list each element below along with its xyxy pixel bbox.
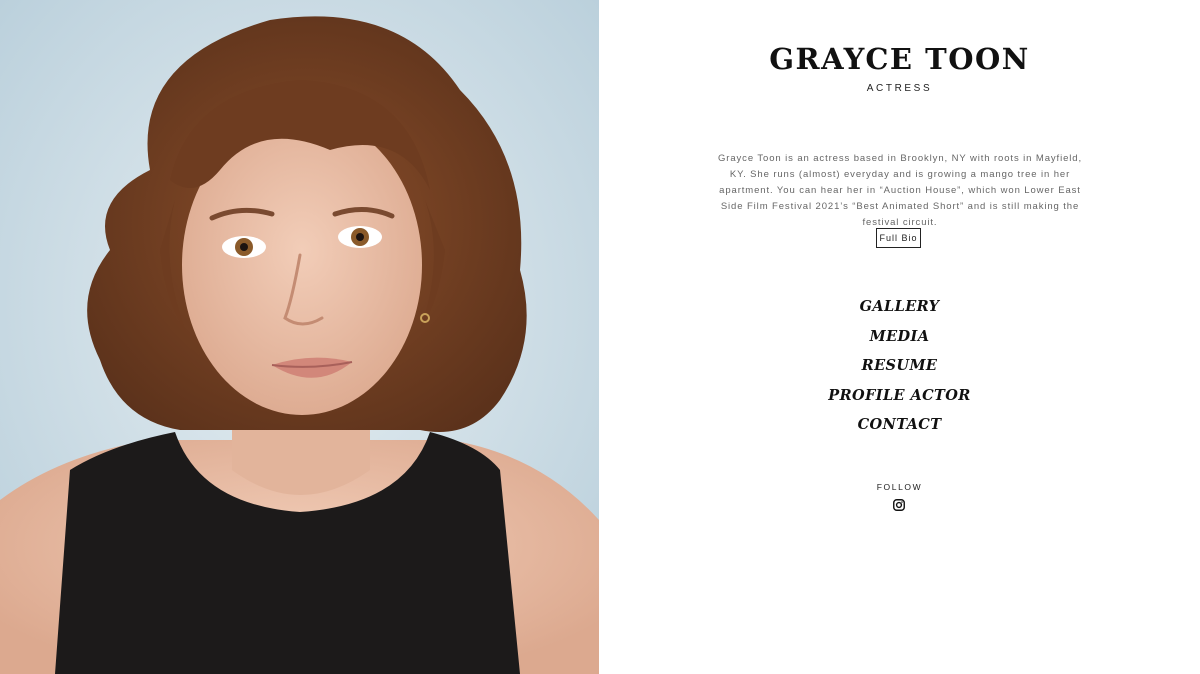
nav-item-profile-actor: PROFILE ACTOR — [599, 381, 1200, 411]
nav-link-gallery[interactable]: GALLERY — [860, 298, 940, 315]
nav-item-gallery: GALLERY — [599, 292, 1200, 322]
nav-link-profile-actor[interactable]: PROFILE ACTOR — [828, 387, 970, 404]
portrait-photo — [0, 0, 599, 674]
portrait-illustration — [0, 0, 599, 674]
nav-item-media: MEDIA — [599, 322, 1200, 352]
nav-item-resume: RESUME — [599, 351, 1200, 381]
content-panel: GRAYCE TOON ACTRESS Grayce Toon is an ac… — [599, 0, 1200, 674]
site-title[interactable]: GRAYCE TOON — [599, 42, 1200, 76]
main-nav: GALLERY MEDIA RESUME PROFILE ACTOR CONTA… — [599, 292, 1200, 440]
follow-label: FOLLOW — [876, 482, 923, 492]
bio-text: Grayce Toon is an actress based in Brook… — [718, 153, 1082, 228]
full-bio-button[interactable]: Full Bio — [876, 228, 921, 248]
page: GRAYCE TOON ACTRESS Grayce Toon is an ac… — [0, 0, 1200, 674]
nav-item-contact: CONTACT — [599, 410, 1200, 440]
nav-link-resume[interactable]: RESUME — [862, 357, 938, 374]
instagram-icon[interactable] — [893, 499, 905, 511]
nav-link-media[interactable]: MEDIA — [870, 328, 930, 345]
nav-link-contact[interactable]: CONTACT — [858, 416, 942, 433]
role-subtitle: ACTRESS — [866, 83, 933, 94]
